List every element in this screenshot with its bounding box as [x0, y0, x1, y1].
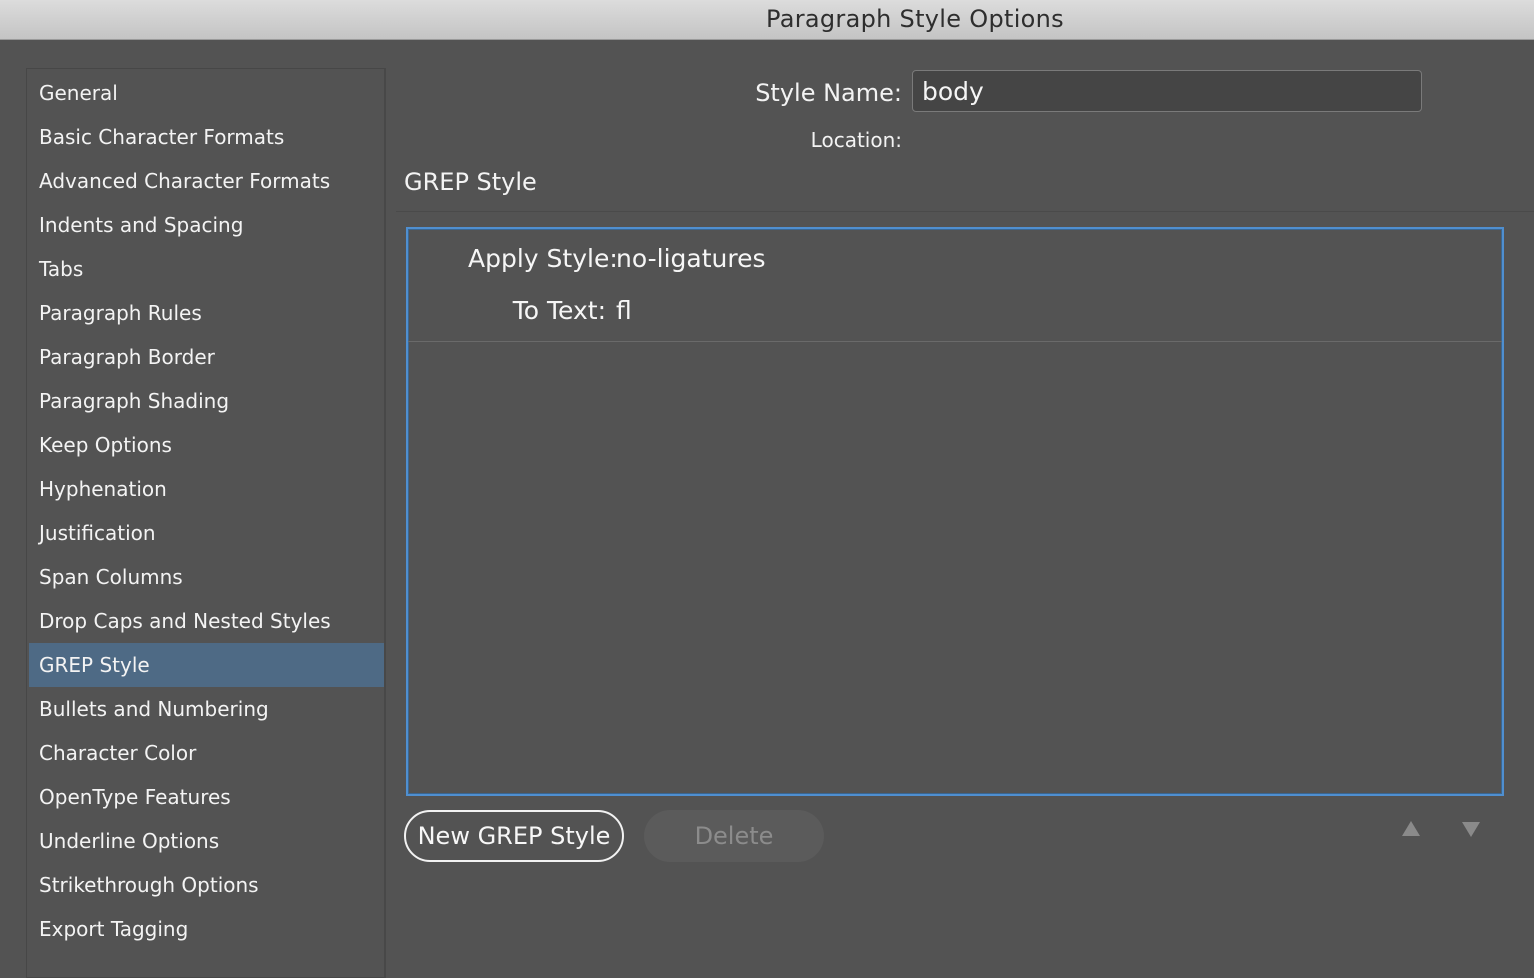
- sidebar-item-strikethrough-options[interactable]: Strikethrough Options: [29, 863, 384, 907]
- sidebar-item-general[interactable]: General: [29, 71, 384, 115]
- style-name-input[interactable]: [912, 70, 1422, 112]
- section-divider: [396, 211, 1534, 212]
- sidebar-item-grep-style[interactable]: GREP Style: [29, 643, 384, 687]
- sidebar-item-indents-and-spacing[interactable]: Indents and Spacing: [29, 203, 384, 247]
- sidebar-item-justification[interactable]: Justification: [29, 511, 384, 555]
- location-label: Location:: [810, 128, 902, 152]
- new-grep-style-button[interactable]: New GREP Style: [404, 810, 624, 862]
- grep-style-entry[interactable]: Apply Style: no-ligatures To Text: fl: [408, 229, 1502, 342]
- apply-style-value[interactable]: no-ligatures: [616, 243, 766, 275]
- sidebar-item-paragraph-shading[interactable]: Paragraph Shading: [29, 379, 384, 423]
- sidebar-item-hyphenation[interactable]: Hyphenation: [29, 467, 384, 511]
- sidebar-item-advanced-character-formats[interactable]: Advanced Character Formats: [29, 159, 384, 203]
- sidebar-item-opentype-features[interactable]: OpenType Features: [29, 775, 384, 819]
- style-name-label: Style Name:: [755, 79, 902, 107]
- sidebar-item-span-columns[interactable]: Span Columns: [29, 555, 384, 599]
- sidebar-item-paragraph-rules[interactable]: Paragraph Rules: [29, 291, 384, 335]
- apply-style-label: Apply Style:: [468, 244, 618, 273]
- sidebar-item-bullets-and-numbering[interactable]: Bullets and Numbering: [29, 687, 384, 731]
- delete-button[interactable]: Delete: [644, 810, 824, 862]
- sidebar-item-basic-character-formats[interactable]: Basic Character Formats: [29, 115, 384, 159]
- window-titlebar: Paragraph Style Options: [0, 0, 1534, 40]
- section-title: GREP Style: [404, 168, 537, 196]
- sidebar-item-keep-options[interactable]: Keep Options: [29, 423, 384, 467]
- to-text-value[interactable]: fl: [616, 295, 632, 327]
- move-up-icon[interactable]: [1399, 818, 1423, 840]
- grep-style-list[interactable]: Apply Style: no-ligatures To Text: fl: [406, 227, 1504, 796]
- sidebar-item-character-color[interactable]: Character Color: [29, 731, 384, 775]
- sidebar-item-drop-caps-and-nested-styles[interactable]: Drop Caps and Nested Styles: [29, 599, 384, 643]
- category-sidebar: General Basic Character Formats Advanced…: [26, 68, 386, 978]
- window-title: Paragraph Style Options: [766, 5, 1064, 33]
- sidebar-item-tabs[interactable]: Tabs: [29, 247, 384, 291]
- sidebar-item-underline-options[interactable]: Underline Options: [29, 819, 384, 863]
- to-text-label: To Text:: [512, 296, 606, 325]
- sidebar-item-paragraph-border[interactable]: Paragraph Border: [29, 335, 384, 379]
- sidebar-item-export-tagging[interactable]: Export Tagging: [29, 907, 384, 951]
- move-down-icon[interactable]: [1459, 818, 1483, 840]
